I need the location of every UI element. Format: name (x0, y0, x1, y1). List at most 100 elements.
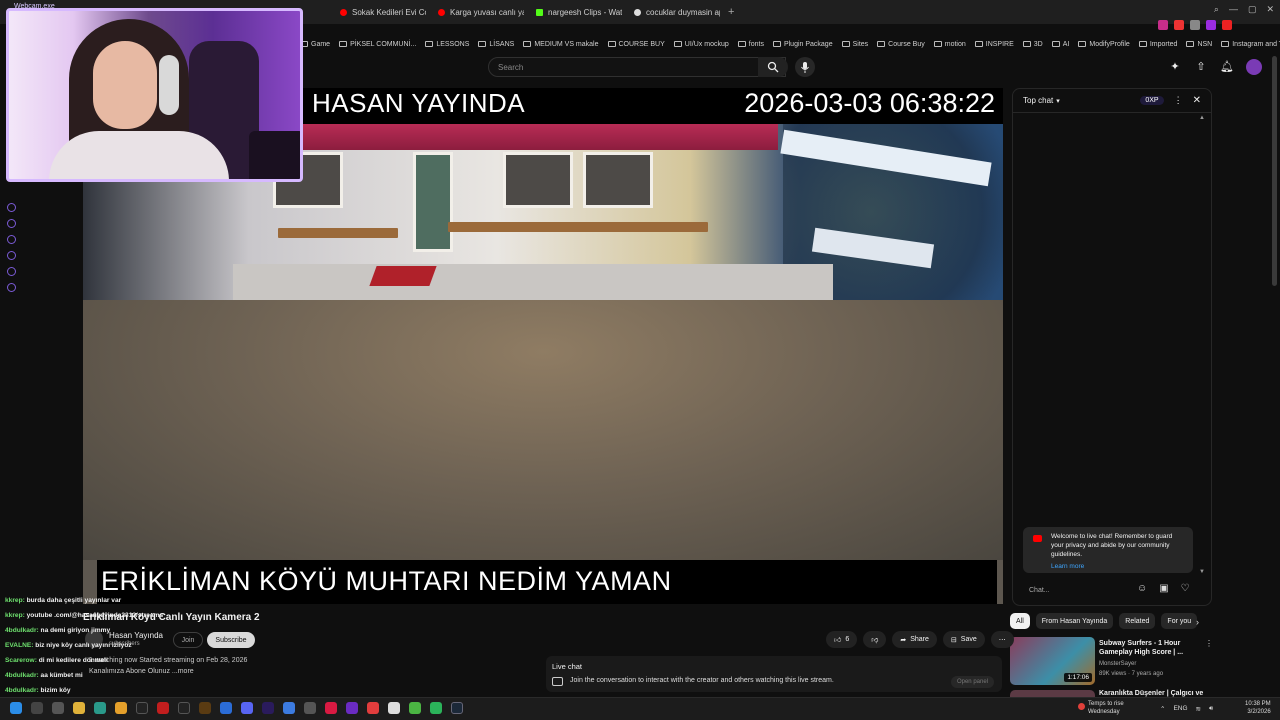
like-button[interactable]: 👍︎ 6 (826, 631, 858, 648)
bookmark-item[interactable]: AI (1051, 41, 1069, 48)
rail-download-icon[interactable] (7, 251, 16, 260)
app-icon[interactable] (136, 702, 148, 714)
save-button[interactable]: ⊟ Save (942, 631, 985, 648)
chrome-icon[interactable] (115, 702, 127, 714)
chat-mode-dropdown[interactable]: Top chat (1023, 96, 1053, 105)
bookmark-item[interactable]: Sites (841, 41, 868, 48)
bookmark-item[interactable]: Plugin Package (772, 41, 833, 48)
app-icon[interactable] (220, 702, 232, 714)
bookmark-item[interactable]: PİKSEL COMMUNİ... (339, 41, 416, 48)
search-icon[interactable] (31, 702, 43, 714)
bookmark-item[interactable]: MEDIUM VS makale (523, 41, 599, 48)
minimize-icon[interactable]: — (1229, 4, 1238, 15)
bookmark-item[interactable]: ModifyProfile (1078, 41, 1130, 48)
chip-all[interactable]: All (1010, 613, 1030, 629)
extension-icon[interactable] (1174, 20, 1184, 30)
bookmark-item[interactable]: LİSANS (478, 41, 514, 48)
language-indicator[interactable]: ENG (1173, 705, 1187, 713)
opera-icon[interactable] (325, 702, 337, 714)
volume-icon[interactable]: 🔊︎ (1209, 705, 1213, 713)
chat-input[interactable]: Chat... (1023, 582, 1123, 598)
steam-icon[interactable] (451, 702, 463, 714)
maximize-icon[interactable]: ▢ (1248, 4, 1257, 15)
bookmark-item[interactable]: Course Buy (877, 41, 925, 48)
browser-tab[interactable]: cocuklar duymasin apartı (624, 1, 720, 23)
bookmark-item[interactable]: motion (933, 41, 966, 48)
acrobat-icon[interactable] (157, 702, 169, 714)
rail-history-icon[interactable] (7, 235, 16, 244)
account-avatar[interactable] (1246, 59, 1262, 75)
chip-related[interactable]: Related (1119, 613, 1156, 629)
dislike-button[interactable]: 👎︎ (863, 631, 887, 648)
bookmark-item[interactable]: Imported (1138, 41, 1177, 48)
emoji-icon[interactable]: ☺ (1137, 583, 1147, 594)
bookmark-item[interactable]: UI/Ux mockup (673, 41, 729, 48)
learn-more-link[interactable]: Learn more (1051, 563, 1185, 572)
app-icon[interactable] (178, 702, 190, 714)
more-options-icon[interactable]: ⋮ (1174, 95, 1183, 106)
voice-search-button[interactable] (795, 57, 815, 77)
chevron-right-icon[interactable]: › (1196, 617, 1199, 627)
extension-icon[interactable] (1222, 20, 1232, 30)
bookmark-item[interactable]: INSPIRE (974, 41, 1014, 48)
edge-icon[interactable] (94, 702, 106, 714)
create-upload-icon[interactable]: ⇧ (1194, 59, 1208, 73)
chip-from-channel[interactable]: From Hasan Yayında (1035, 613, 1114, 629)
search-tabs-icon[interactable]: ⌕ (1214, 4, 1219, 15)
after-effects-icon[interactable] (262, 702, 274, 714)
extension-icon[interactable] (1206, 20, 1216, 30)
bookmark-item[interactable]: Instagram and Tik... (1221, 41, 1280, 48)
app-icon[interactable] (304, 702, 316, 714)
chevron-down-icon[interactable]: ▼ (1199, 569, 1205, 575)
search-input[interactable]: Search (488, 57, 786, 77)
close-window-icon[interactable]: ✕ (1266, 4, 1274, 15)
new-tab-button[interactable]: + (722, 6, 740, 18)
rail-settings-icon[interactable] (7, 283, 16, 292)
more-options-icon[interactable]: ⋮ (1205, 639, 1213, 648)
super-chat-icon[interactable]: ▣ (1159, 583, 1168, 594)
app-icon[interactable] (283, 702, 295, 714)
rail-heart-icon[interactable] (7, 219, 16, 228)
vs-icon[interactable] (346, 702, 358, 714)
bookmark-item[interactable]: NSN (1186, 41, 1212, 48)
xp-badge[interactable]: 0XP (1140, 96, 1164, 105)
bookmark-item[interactable]: 3D (1022, 41, 1043, 48)
chevron-down-icon[interactable]: ▾ (1056, 97, 1060, 105)
related-video-title[interactable]: Karanlıkta Düşenler | Çalgıcı ve (1099, 690, 1203, 697)
chip-for-you[interactable]: For you (1161, 613, 1198, 629)
illustrator-icon[interactable] (199, 702, 211, 714)
weather-widget[interactable]: Temps to rise Wednesday (1078, 701, 1124, 717)
close-icon[interactable]: ✕ (1193, 95, 1201, 106)
app-icon[interactable] (367, 702, 379, 714)
related-video-channel[interactable]: MonsterSayer (1099, 661, 1136, 667)
open-panel-button[interactable]: Open panel (950, 676, 994, 688)
app-icon[interactable] (430, 702, 442, 714)
wifi-icon[interactable]: ≋ (1196, 705, 1201, 713)
bookmark-item[interactable]: Game (300, 41, 330, 48)
related-video-title[interactable]: Subway Surfers - 1 Hour Gameplay High Sc… (1099, 639, 1199, 658)
discord-icon[interactable] (241, 702, 253, 714)
folder-icon[interactable] (73, 702, 85, 714)
app-icon[interactable] (388, 702, 400, 714)
search-button[interactable] (758, 57, 788, 77)
task-view-icon[interactable] (52, 702, 64, 714)
bookmark-item[interactable]: LESSONS (425, 41, 469, 48)
tray-chevron-icon[interactable]: ⌃ (1160, 705, 1165, 713)
extension-icon[interactable] (1190, 20, 1200, 30)
heart-icon[interactable]: ♡ (1181, 583, 1190, 594)
chevron-up-icon[interactable]: ▲ (1199, 115, 1205, 121)
bookmark-item[interactable]: COURSE BUY (607, 41, 665, 48)
video-thumbnail[interactable]: 1:17:06 (1010, 637, 1095, 685)
rail-home-icon[interactable] (7, 203, 16, 212)
share-button[interactable]: ➦ Share (892, 631, 937, 648)
more-actions-button[interactable]: ⋯ (990, 631, 1014, 648)
page-scrollbar[interactable] (1272, 56, 1277, 286)
extension-puzzle-icon[interactable]: ✦ (1168, 59, 1182, 73)
rail-chat-icon[interactable] (7, 267, 16, 276)
bookmark-item[interactable]: fonts (737, 41, 764, 48)
related-video[interactable]: 1:17:06 Subway Surfers - 1 Hour Gameplay… (1010, 637, 1213, 687)
notifications-bell-icon[interactable]: 🔔︎ (1220, 59, 1234, 73)
browser-tab[interactable]: Karga yuvası canlı yay (428, 1, 524, 23)
clock[interactable]: 10:38 PM 3/2/2026 (1245, 701, 1271, 717)
start-icon[interactable] (10, 702, 22, 714)
